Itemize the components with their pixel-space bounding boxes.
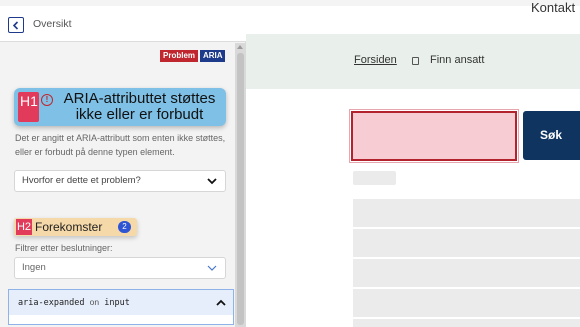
- h1-tag: H1: [18, 92, 39, 122]
- occurrence-code: aria-expanded on input: [18, 297, 130, 308]
- occurrence-accordion: aria-expanded on input: [8, 289, 234, 325]
- on-word: on: [89, 297, 100, 307]
- skeleton-row: [353, 199, 580, 227]
- skeleton-row: [353, 229, 580, 257]
- breadcrumb: Forsiden Finn ansatt: [246, 34, 580, 89]
- panel-scrollbar[interactable]: [235, 43, 246, 327]
- scroll-thumb[interactable]: [237, 53, 244, 325]
- back-button[interactable]: [8, 17, 24, 33]
- issue-description: Det er angitt et ARIA-attributt som ente…: [15, 133, 226, 157]
- skeleton-row: [353, 319, 580, 327]
- issue-heading-text: ARIA-attributtet støttes ikke eller er f…: [63, 90, 216, 123]
- filter-dropdown[interactable]: Ingen: [14, 257, 226, 279]
- skeleton-row: [353, 259, 580, 287]
- breadcrumb-current: Finn ansatt: [430, 54, 485, 66]
- chevron-up-icon: [216, 299, 226, 306]
- search-button[interactable]: Søk: [523, 111, 580, 160]
- issue-heading: H1 ! ARIA-attributtet støttes ikke eller…: [14, 88, 226, 126]
- filter-value: Ingen: [22, 262, 46, 273]
- breadcrumb-separator-icon: [412, 57, 419, 65]
- breadcrumb-home-link[interactable]: Forsiden: [354, 54, 397, 66]
- element-name: input: [104, 298, 130, 308]
- panel-title: Oversikt: [33, 18, 72, 30]
- h2-tag: H2: [16, 219, 32, 235]
- site-header: [246, 6, 580, 34]
- panel-content: Problem ARIA H1 ! ARIA-attributtet støtt…: [0, 43, 235, 327]
- skeleton-label: [353, 171, 396, 185]
- skeleton-row: [353, 289, 580, 317]
- contact-link[interactable]: Kontakt: [531, 0, 575, 15]
- aria-badge: ARIA: [200, 50, 225, 62]
- occurrence-accordion-header[interactable]: aria-expanded on input: [9, 290, 233, 315]
- chevron-down-icon: [207, 265, 217, 271]
- filter-label: Filtrer etter beslutninger:: [15, 243, 113, 253]
- chevron-left-icon: [12, 20, 19, 30]
- chevron-down-icon: [207, 178, 217, 185]
- why-problem-dropdown[interactable]: Hvorfor er dette et problem?: [14, 170, 226, 192]
- occurrences-heading-text: Forekomster: [35, 220, 103, 234]
- why-problem-label: Hvorfor er dette et problem?: [22, 175, 141, 186]
- occurrences-heading: H2 Forekomster 2: [14, 218, 137, 236]
- panel-header: Oversikt: [0, 6, 246, 42]
- attribute-name: aria-expanded: [18, 298, 85, 308]
- accessibility-panel: Oversikt Problem ARIA H1 ! ARIA-attribut…: [0, 6, 246, 327]
- occurrences-count-badge: 2: [118, 221, 131, 233]
- problem-badge: Problem: [160, 50, 198, 62]
- scroll-up-arrow-icon[interactable]: [237, 45, 243, 49]
- search-input[interactable]: [349, 109, 519, 163]
